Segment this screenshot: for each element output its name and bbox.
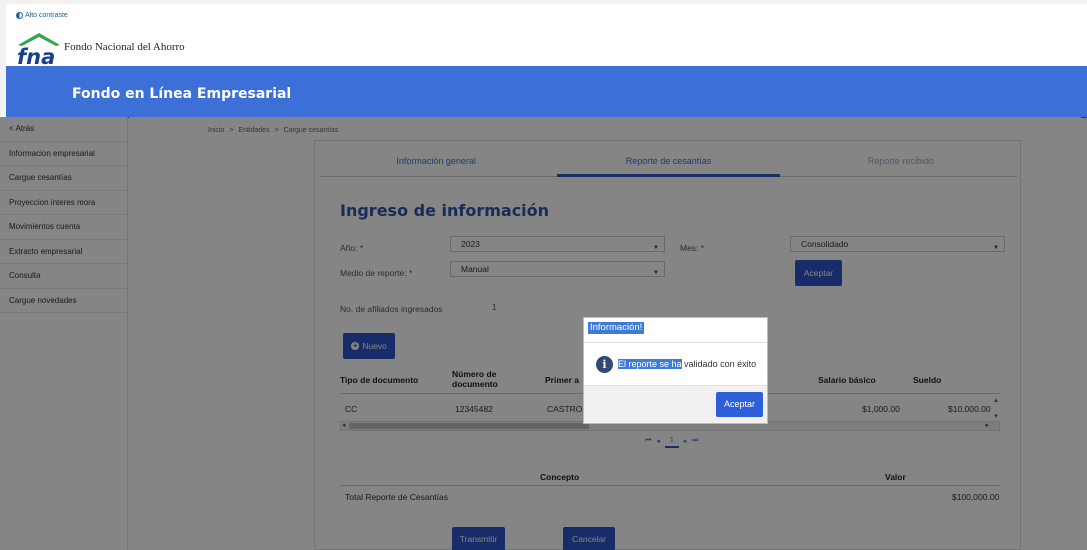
- dialog-title: Información!: [588, 322, 645, 334]
- dialog-message-highlight: El reporte se ha: [618, 359, 682, 369]
- modal-backdrop[interactable]: [0, 117, 1087, 550]
- dialog-message-rest: validado con éxito: [681, 359, 757, 369]
- dialog-footer: Aceptar: [584, 386, 767, 423]
- fna-logo[interactable]: fna: [16, 28, 62, 68]
- app-banner: Fondo en Línea Empresarial: [6, 66, 1087, 118]
- dialog-message: El reporte se ha validado con éxito: [618, 359, 756, 369]
- contrast-icon: [16, 12, 23, 19]
- dialog-accept-button[interactable]: Aceptar: [716, 392, 763, 417]
- brand-name: Fondo Nacional del Ahorro: [64, 41, 185, 53]
- info-icon: i: [596, 355, 613, 373]
- logo-text: fna: [17, 45, 55, 68]
- high-contrast-label: Alto contraste: [25, 12, 68, 19]
- info-dialog: Información! i El reporte se ha validado…: [583, 317, 768, 424]
- high-contrast-toggle[interactable]: Alto contraste: [16, 12, 68, 19]
- banner-title: Fondo en Línea Empresarial: [72, 86, 292, 102]
- dialog-body: i El reporte se ha validado con éxito: [584, 342, 767, 386]
